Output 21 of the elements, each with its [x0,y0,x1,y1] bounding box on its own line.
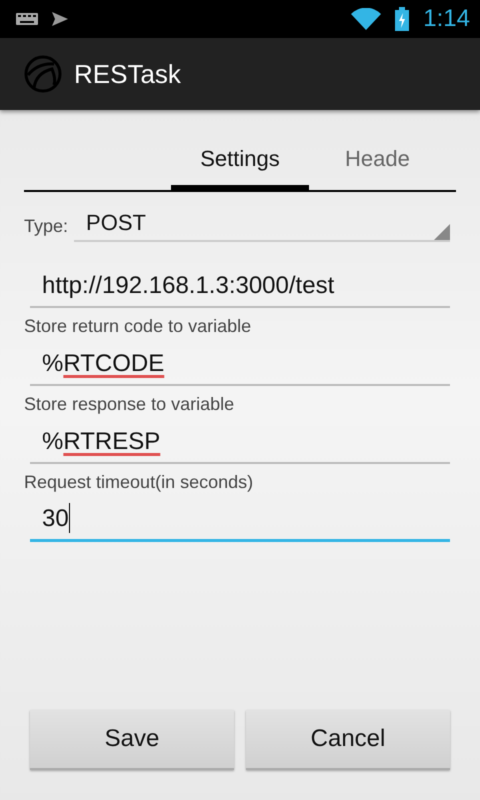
tab[interactable]: Settings [171,140,309,190]
text-field[interactable]: %RTCODE [30,340,450,386]
text-field[interactable]: 30 [30,496,450,542]
field-label: Store response to variable [24,394,236,416]
wifi-icon [351,8,382,30]
app-title: RESTask [74,58,181,90]
battery-icon [395,7,410,31]
field-label: Request timeout(in seconds) [24,472,254,494]
app-logo-icon [24,55,62,93]
dropdown-corner-icon [434,224,450,240]
action-button[interactable]: Save [30,710,234,770]
keyboard-icon [16,13,38,25]
field-label: Store return code to variable [24,316,252,338]
text-field[interactable]: %RTRESP [30,418,450,464]
action-button[interactable]: Cancel [246,710,450,770]
text-field[interactable]: http://192.168.1.3:3000/test [30,262,450,308]
tab[interactable]: Heade [345,140,425,190]
type-dropdown[interactable]: POST [74,206,450,242]
type-label: Type: [24,216,68,237]
send-icon [52,12,68,26]
clock: 1:14 [423,5,470,33]
